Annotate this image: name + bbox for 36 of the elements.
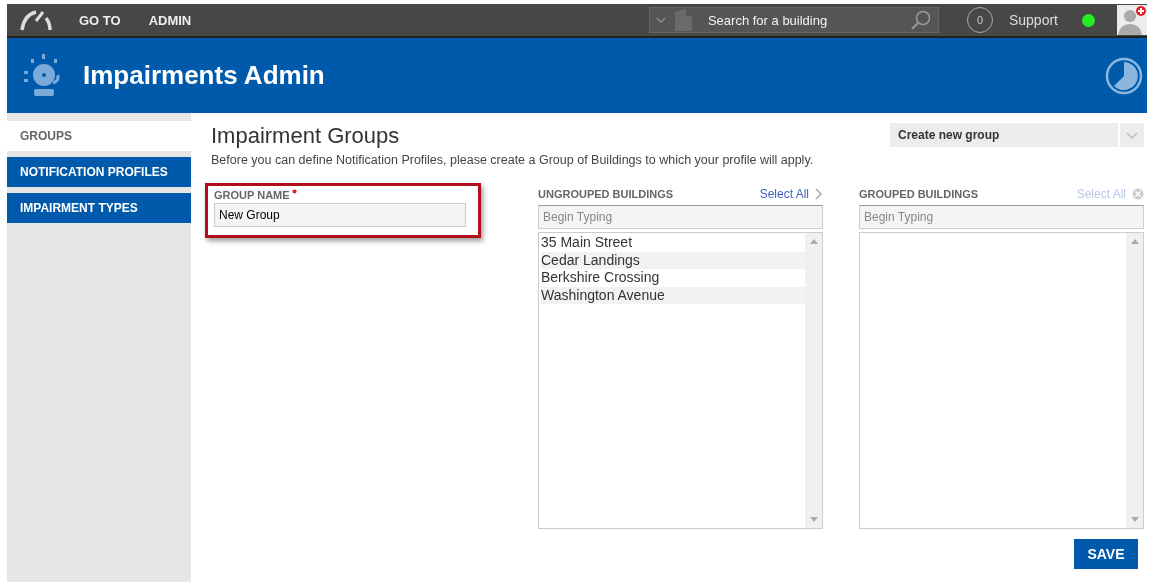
- chevron-right-icon[interactable]: [815, 188, 823, 200]
- search-field[interactable]: Search for a building: [699, 11, 904, 29]
- filter-field[interactable]: Begin Typing: [538, 205, 823, 229]
- avatar-icon[interactable]: [1117, 5, 1147, 35]
- intro-text: Before you can define Notification Profiles, please create a Group of Buildings to which your profile will apply.: [211, 153, 815, 167]
- scroll-down-icon[interactable]: [1130, 517, 1139, 522]
- group-name-field[interactable]: New Group: [214, 203, 466, 227]
- building-item[interactable]: Berkshire Crossing: [541, 269, 805, 287]
- list-title: UNGROUPED BUILDINGS: [538, 188, 675, 200]
- select-all-link[interactable]: Select All: [759, 187, 809, 201]
- gauge-logo-icon[interactable]: [19, 9, 53, 31]
- clock-icon[interactable]: [1104, 55, 1144, 96]
- search-icon[interactable]: [909, 9, 932, 31]
- sidebar-item[interactable]: IMPAIRMENT TYPES: [7, 193, 191, 223]
- scrollbar[interactable]: [805, 233, 822, 528]
- scrollbar[interactable]: [1126, 233, 1143, 528]
- page-title: Impairments Admin: [83, 60, 325, 91]
- building-item[interactable]: Washington Avenue: [541, 286, 805, 304]
- nav-link[interactable]: ADMIN: [148, 12, 192, 28]
- scroll-up-icon[interactable]: [1130, 239, 1139, 244]
- scroll-up-icon[interactable]: [809, 239, 818, 244]
- field-label: GROUP NAME: [214, 189, 290, 201]
- list-title: GROUPED BUILDINGS: [859, 188, 980, 200]
- sidebar-item[interactable]: GROUPS: [7, 121, 191, 151]
- nav-link[interactable]: GO TO: [79, 12, 121, 28]
- search-bar[interactable]: Search for a building: [648, 7, 939, 33]
- support-link[interactable]: Support: [1008, 12, 1058, 28]
- building-item[interactable]: 35 Main Street: [541, 234, 805, 252]
- building-item[interactable]: Cedar Landings: [541, 251, 805, 269]
- save-button[interactable]: SAVE: [1074, 539, 1138, 569]
- section-title: Impairment Groups: [211, 123, 400, 149]
- sidebar-item[interactable]: NOTIFICATION PROFILES: [7, 157, 191, 187]
- caret-icon: [1126, 131, 1138, 139]
- scroll-down-icon[interactable]: [809, 517, 818, 522]
- caret-icon: [655, 17, 666, 23]
- clear-icon[interactable]: [1132, 188, 1144, 200]
